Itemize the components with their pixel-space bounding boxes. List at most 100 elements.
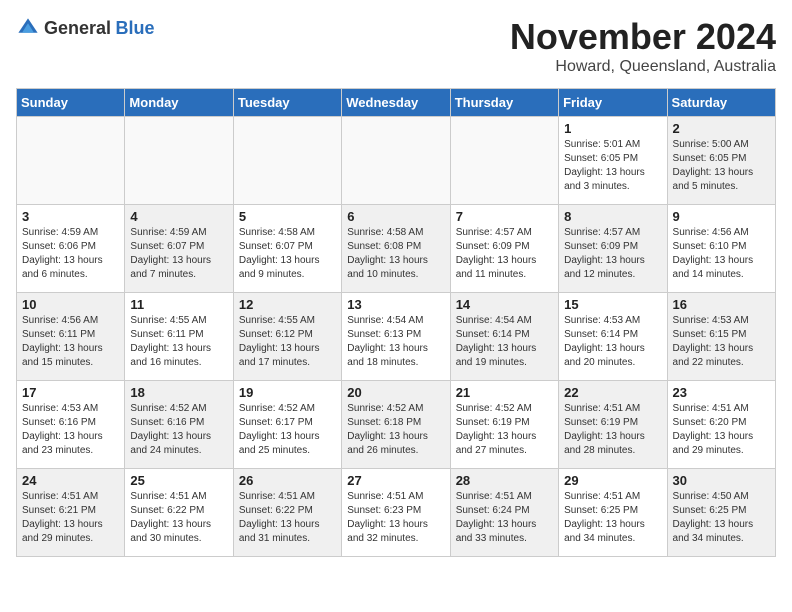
day-number: 25	[130, 473, 227, 488]
day-info: Sunrise: 4:52 AM Sunset: 6:16 PM Dayligh…	[130, 402, 227, 458]
calendar-cell: 8 Sunrise: 4:57 AM Sunset: 6:09 PM Daylig…	[559, 205, 667, 293]
day-info: Sunrise: 4:53 AM Sunset: 6:14 PM Dayligh…	[564, 314, 661, 370]
day-number: 5	[239, 209, 336, 224]
calendar-cell: 1 Sunrise: 5:01 AM Sunset: 6:05 PM Daylig…	[559, 117, 667, 205]
day-info: Sunrise: 4:57 AM Sunset: 6:09 PM Dayligh…	[456, 226, 553, 282]
day-info: Sunrise: 4:51 AM Sunset: 6:24 PM Dayligh…	[456, 490, 553, 546]
day-number: 13	[347, 297, 444, 312]
calendar-cell: 16 Sunrise: 4:53 AM Sunset: 6:15 PM Dayli…	[667, 293, 775, 381]
day-info: Sunrise: 4:51 AM Sunset: 6:21 PM Dayligh…	[22, 490, 119, 546]
day-number: 17	[22, 385, 119, 400]
calendar-cell: 2 Sunrise: 5:00 AM Sunset: 6:05 PM Daylig…	[667, 117, 775, 205]
calendar-cell	[342, 117, 450, 205]
logo-general: General	[44, 18, 111, 38]
calendar-cell	[233, 117, 341, 205]
month-title: November 2024	[510, 16, 776, 58]
calendar-cell: 22 Sunrise: 4:51 AM Sunset: 6:19 PM Dayli…	[559, 381, 667, 469]
day-info: Sunrise: 4:57 AM Sunset: 6:09 PM Dayligh…	[564, 226, 661, 282]
day-number: 12	[239, 297, 336, 312]
calendar-header-friday: Friday	[559, 89, 667, 117]
calendar-header-monday: Monday	[125, 89, 233, 117]
day-number: 26	[239, 473, 336, 488]
location-title: Howard, Queensland, Australia	[510, 58, 776, 76]
logo: General Blue	[16, 16, 155, 40]
calendar-cell: 19 Sunrise: 4:52 AM Sunset: 6:17 PM Dayli…	[233, 381, 341, 469]
day-info: Sunrise: 4:51 AM Sunset: 6:19 PM Dayligh…	[564, 402, 661, 458]
day-info: Sunrise: 4:51 AM Sunset: 6:22 PM Dayligh…	[239, 490, 336, 546]
day-info: Sunrise: 5:01 AM Sunset: 6:05 PM Dayligh…	[564, 138, 661, 194]
day-number: 3	[22, 209, 119, 224]
day-number: 19	[239, 385, 336, 400]
day-number: 23	[673, 385, 770, 400]
day-number: 9	[673, 209, 770, 224]
day-info: Sunrise: 4:51 AM Sunset: 6:25 PM Dayligh…	[564, 490, 661, 546]
logo-text: General Blue	[44, 18, 155, 39]
day-number: 2	[673, 121, 770, 136]
calendar-cell: 5Sunrise: 4:58 AM Sunset: 6:07 PM Daylig…	[233, 205, 341, 293]
day-number: 30	[673, 473, 770, 488]
calendar-cell: 9 Sunrise: 4:56 AM Sunset: 6:10 PM Daylig…	[667, 205, 775, 293]
day-number: 27	[347, 473, 444, 488]
day-number: 22	[564, 385, 661, 400]
calendar-cell: 4 Sunrise: 4:59 AM Sunset: 6:07 PM Daylig…	[125, 205, 233, 293]
calendar-header-sunday: Sunday	[17, 89, 125, 117]
day-info: Sunrise: 4:52 AM Sunset: 6:19 PM Dayligh…	[456, 402, 553, 458]
day-info: Sunrise: 4:52 AM Sunset: 6:18 PM Dayligh…	[347, 402, 444, 458]
day-info: Sunrise: 4:55 AM Sunset: 6:11 PM Dayligh…	[130, 314, 227, 370]
calendar-cell: 11 Sunrise: 4:55 AM Sunset: 6:11 PM Dayli…	[125, 293, 233, 381]
title-block: November 2024 Howard, Queensland, Austra…	[510, 16, 776, 76]
calendar-cell: 25 Sunrise: 4:51 AM Sunset: 6:22 PM Dayli…	[125, 469, 233, 557]
calendar-header-tuesday: Tuesday	[233, 89, 341, 117]
day-info: Sunrise: 4:56 AM Sunset: 6:10 PM Dayligh…	[673, 226, 770, 282]
day-number: 28	[456, 473, 553, 488]
day-number: 7	[456, 209, 553, 224]
day-info: Sunrise: 4:51 AM Sunset: 6:22 PM Dayligh…	[130, 490, 227, 546]
logo-icon	[16, 16, 40, 40]
calendar-cell: 18 Sunrise: 4:52 AM Sunset: 6:16 PM Dayli…	[125, 381, 233, 469]
calendar-cell: 6Sunrise: 4:58 AM Sunset: 6:08 PM Daylig…	[342, 205, 450, 293]
calendar-cell: 21Sunrise: 4:52 AM Sunset: 6:19 PM Dayli…	[450, 381, 558, 469]
calendar-cell: 3Sunrise: 4:59 AM Sunset: 6:06 PM Daylig…	[17, 205, 125, 293]
day-number: 10	[22, 297, 119, 312]
day-info: Sunrise: 4:53 AM Sunset: 6:15 PM Dayligh…	[673, 314, 770, 370]
calendar-cell: 23 Sunrise: 4:51 AM Sunset: 6:20 PM Dayli…	[667, 381, 775, 469]
calendar-week-row: 24 Sunrise: 4:51 AM Sunset: 6:21 PM Dayli…	[17, 469, 776, 557]
calendar-cell: 12 Sunrise: 4:55 AM Sunset: 6:12 PM Dayli…	[233, 293, 341, 381]
day-info: Sunrise: 4:55 AM Sunset: 6:12 PM Dayligh…	[239, 314, 336, 370]
day-number: 6	[347, 209, 444, 224]
day-info: Sunrise: 4:52 AM Sunset: 6:17 PM Dayligh…	[239, 402, 336, 458]
day-number: 11	[130, 297, 227, 312]
day-number: 14	[456, 297, 553, 312]
day-info: Sunrise: 4:54 AM Sunset: 6:13 PM Dayligh…	[347, 314, 444, 370]
calendar-week-row: 1 Sunrise: 5:01 AM Sunset: 6:05 PM Daylig…	[17, 117, 776, 205]
day-number: 4	[130, 209, 227, 224]
header: General Blue November 2024 Howard, Queen…	[16, 16, 776, 76]
calendar-cell: 14Sunrise: 4:54 AM Sunset: 6:14 PM Dayli…	[450, 293, 558, 381]
calendar-cell: 7 Sunrise: 4:57 AM Sunset: 6:09 PM Daylig…	[450, 205, 558, 293]
day-number: 16	[673, 297, 770, 312]
day-number: 24	[22, 473, 119, 488]
calendar-header-thursday: Thursday	[450, 89, 558, 117]
calendar-cell	[125, 117, 233, 205]
day-number: 29	[564, 473, 661, 488]
calendar-cell: 15Sunrise: 4:53 AM Sunset: 6:14 PM Dayli…	[559, 293, 667, 381]
calendar-cell: 24 Sunrise: 4:51 AM Sunset: 6:21 PM Dayli…	[17, 469, 125, 557]
calendar-cell: 17 Sunrise: 4:53 AM Sunset: 6:16 PM Dayli…	[17, 381, 125, 469]
calendar-cell: 26 Sunrise: 4:51 AM Sunset: 6:22 PM Dayli…	[233, 469, 341, 557]
calendar-week-row: 3Sunrise: 4:59 AM Sunset: 6:06 PM Daylig…	[17, 205, 776, 293]
day-info: Sunrise: 5:00 AM Sunset: 6:05 PM Dayligh…	[673, 138, 770, 194]
calendar-header-saturday: Saturday	[667, 89, 775, 117]
day-number: 1	[564, 121, 661, 136]
calendar-header-wednesday: Wednesday	[342, 89, 450, 117]
calendar-cell: 10Sunrise: 4:56 AM Sunset: 6:11 PM Dayli…	[17, 293, 125, 381]
calendar-cell: 28 Sunrise: 4:51 AM Sunset: 6:24 PM Dayli…	[450, 469, 558, 557]
day-info: Sunrise: 4:51 AM Sunset: 6:23 PM Dayligh…	[347, 490, 444, 546]
calendar-cell: 29 Sunrise: 4:51 AM Sunset: 6:25 PM Dayli…	[559, 469, 667, 557]
calendar-cell: 13 Sunrise: 4:54 AM Sunset: 6:13 PM Dayli…	[342, 293, 450, 381]
day-number: 8	[564, 209, 661, 224]
day-info: Sunrise: 4:53 AM Sunset: 6:16 PM Dayligh…	[22, 402, 119, 458]
calendar-week-row: 17 Sunrise: 4:53 AM Sunset: 6:16 PM Dayli…	[17, 381, 776, 469]
day-info: Sunrise: 4:51 AM Sunset: 6:20 PM Dayligh…	[673, 402, 770, 458]
day-info: Sunrise: 4:59 AM Sunset: 6:07 PM Dayligh…	[130, 226, 227, 282]
day-number: 18	[130, 385, 227, 400]
